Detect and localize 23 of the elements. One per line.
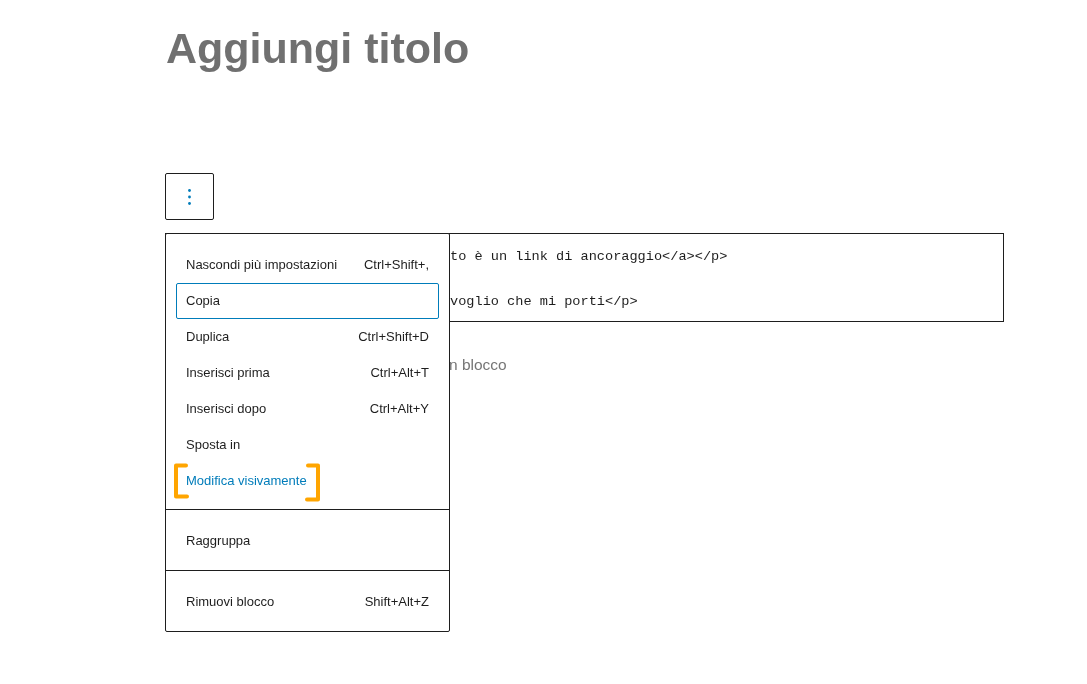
vertical-ellipsis-icon [188, 188, 191, 205]
code-line: to è un link di ancoraggio</a></p> [450, 248, 729, 266]
menu-item-label: Copia [186, 292, 220, 311]
more-options-button[interactable] [165, 173, 214, 220]
code-line: voglio che mi porti</p> [450, 293, 639, 311]
keyboard-shortcut: Ctrl+Alt+T [370, 364, 429, 383]
keyboard-shortcut: Ctrl+Shift+, [363, 256, 429, 275]
menu-item-label: Inserisci dopo [186, 400, 267, 419]
block-appender-field[interactable]: n blocco [449, 353, 749, 377]
bracket-icon [304, 462, 322, 502]
menu-item-label: Sposta in [186, 436, 241, 455]
keyboard-shortcut: Ctrl+Shift+D [358, 328, 429, 347]
title-field[interactable]: Aggiungi titolo [165, 24, 765, 72]
menu-item[interactable]: Copia [176, 283, 439, 319]
menu-item-label: Rimuovi blocco [186, 593, 275, 612]
bracket-icon [172, 463, 189, 499]
menu-item-label: Inserisci prima [186, 364, 270, 383]
menu-item-label: Raggruppa [186, 532, 251, 551]
keyboard-shortcut: Ctrl+Alt+Y [369, 400, 429, 419]
menu-item-label: Duplica [186, 328, 230, 347]
menu-item-label: Modifica visivamente [186, 472, 307, 491]
keyboard-shortcut: Shift+Alt+Z [364, 593, 429, 612]
menu-item-label: Nascondi più impostazioni [186, 256, 338, 275]
